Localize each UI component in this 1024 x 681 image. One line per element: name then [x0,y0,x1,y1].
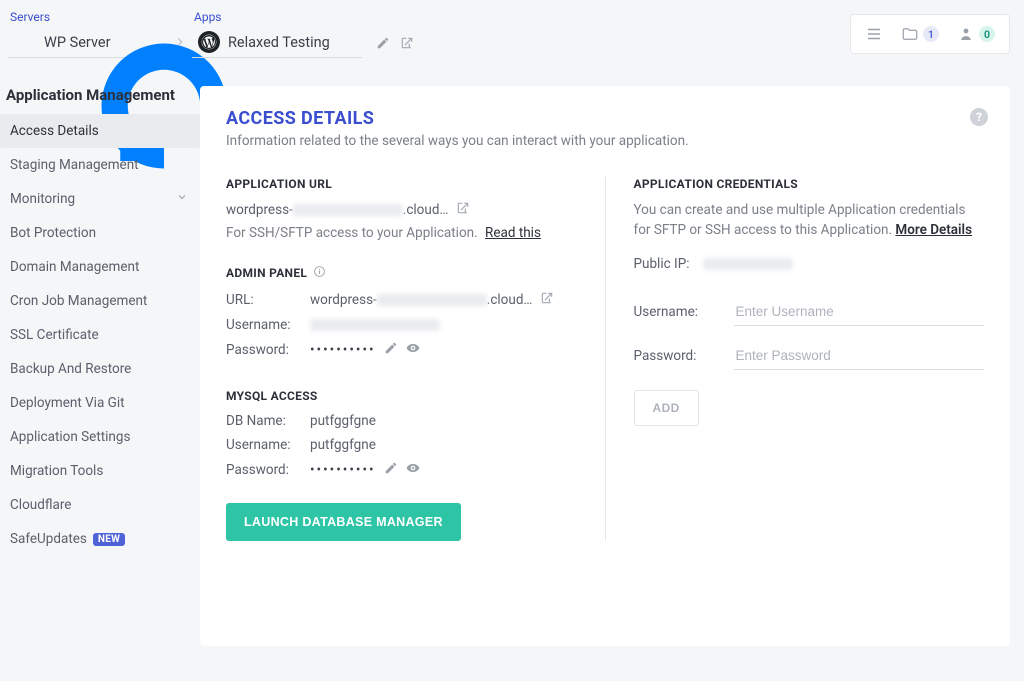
section-application-url: APPLICATION URL [226,177,577,191]
open-app-button[interactable] [400,36,414,50]
cred-username-label: Username: [634,304,734,320]
main-card: ? ACCESS DETAILS Information related to … [200,86,1010,646]
list-view-button[interactable] [865,25,883,43]
section-admin-panel: ADMIN PANEL [226,265,577,281]
redacted-text [293,204,403,216]
sidebar-item-ssl-certificate[interactable]: SSL Certificate [0,318,200,352]
redacted-text [310,319,440,331]
admin-username-value [310,319,440,331]
sidebar-item-bot-protection[interactable]: Bot Protection [0,216,200,250]
cred-password-label: Password: [634,348,734,364]
redacted-text [703,258,793,270]
apps-label: Apps [194,10,414,24]
caret-down-icon [346,37,356,47]
projects-badge: 1 [923,26,939,42]
sidebar-item-cron-job-management[interactable]: Cron Job Management [0,284,200,318]
sidebar-item-label: Cloudflare [10,497,71,513]
sidebar-title: Application Management [0,86,200,114]
sidebar-item-safeupdates[interactable]: SafeUpdates NEW [0,522,200,556]
sidebar-item-deployment-via-git[interactable]: Deployment Via Git [0,386,200,420]
sidebar-item-cloudflare[interactable]: Cloudflare [0,488,200,522]
section-mysql-access: MYSQL ACCESS [226,389,577,403]
sidebar-item-label: Domain Management [10,259,139,275]
sidebar-item-label: Deployment Via Git [10,395,125,411]
sidebar-item-label: SSL Certificate [10,327,99,343]
mysql-username-value: putfggfgne [310,437,376,453]
sidebar-item-label: SafeUpdates [10,531,87,547]
server-name: WP Server [44,34,110,51]
launch-db-manager-button[interactable]: LAUNCH DATABASE MANAGER [226,503,461,541]
sidebar-item-label: Backup And Restore [10,361,131,377]
top-bar: Servers WP Server Apps Relaxed Testing 1 [0,0,1024,72]
account-button[interactable]: 0 [957,25,995,43]
server-crumb: Servers WP Server [8,8,158,58]
section-app-credentials: APPLICATION CREDENTIALS [634,177,985,191]
servers-label: Servers [10,10,158,24]
admin-password-value: •••••••••• [310,342,376,358]
reveal-password-icon[interactable] [406,461,420,479]
mysql-username-label: Username: [226,437,310,453]
sidebar-item-domain-management[interactable]: Domain Management [0,250,200,284]
admin-url-label: URL: [226,292,310,308]
topbar-tools: 1 0 [850,14,1010,54]
reveal-password-icon[interactable] [406,341,420,359]
sidebar-item-label: Monitoring [10,191,75,207]
sidebar-item-application-settings[interactable]: Application Settings [0,420,200,454]
chevron-right-icon [168,22,192,62]
mysql-password-label: Password: [226,462,310,478]
wordpress-icon [198,31,220,53]
sidebar-item-label: Application Settings [10,429,130,445]
account-badge: 0 [979,26,995,42]
caret-down-icon [142,37,152,47]
sidebar-item-access-details[interactable]: Access Details [0,114,200,148]
projects-button[interactable]: 1 [901,25,939,43]
read-this-link[interactable]: Read this [485,225,541,241]
redacted-text [377,294,487,306]
edit-app-button[interactable] [376,36,390,50]
server-selector[interactable]: WP Server [8,27,158,58]
sidebar-item-monitoring[interactable]: Monitoring [0,182,200,216]
cred-password-input[interactable] [734,342,985,370]
page-subtitle: Information related to the several ways … [226,133,984,149]
ssh-hint: For SSH/SFTP access to your Application.… [226,225,577,241]
sidebar-item-migration-tools[interactable]: Migration Tools [0,454,200,488]
info-icon[interactable] [313,265,326,281]
external-link-icon[interactable] [540,291,554,309]
admin-username-label: Username: [226,317,310,333]
sidebar-item-label: Access Details [10,123,99,139]
edit-password-icon[interactable] [384,461,398,479]
admin-url-value[interactable]: wordpress-.cloud… [310,291,554,309]
sidebar-item-label: Migration Tools [10,463,103,479]
app-crumb: Apps Relaxed Testing [192,8,414,58]
sidebar-item-label: Bot Protection [10,225,96,241]
sidebar: Application Management Access Details Sta… [0,72,200,646]
cred-username-input[interactable] [734,298,985,326]
more-details-link[interactable]: More Details [895,222,972,238]
external-link-icon[interactable] [456,201,470,219]
app-name: Relaxed Testing [228,34,330,51]
help-icon[interactable]: ? [970,108,988,126]
chevron-down-icon [176,191,188,207]
admin-password-label: Password: [226,342,310,358]
page-title: ACCESS DETAILS [226,108,984,129]
sidebar-item-label: Staging Management [10,157,139,173]
public-ip-label: Public IP: [634,256,690,272]
credentials-description: You can create and use multiple Applicat… [634,201,985,240]
sidebar-item-label: Cron Job Management [10,293,147,309]
digitalocean-icon [14,31,36,53]
sidebar-item-backup-and-restore[interactable]: Backup And Restore [0,352,200,386]
add-credential-button[interactable]: ADD [634,390,699,426]
sidebar-item-staging-management[interactable]: Staging Management [0,148,200,182]
app-selector[interactable]: Relaxed Testing [192,27,362,58]
edit-password-icon[interactable] [384,341,398,359]
application-url[interactable]: wordpress-.cloud… [226,201,577,219]
new-badge: NEW [93,533,125,546]
mysql-password-value: •••••••••• [310,462,376,478]
mysql-dbname-label: DB Name: [226,413,310,429]
mysql-dbname-value: putfggfgne [310,413,376,429]
